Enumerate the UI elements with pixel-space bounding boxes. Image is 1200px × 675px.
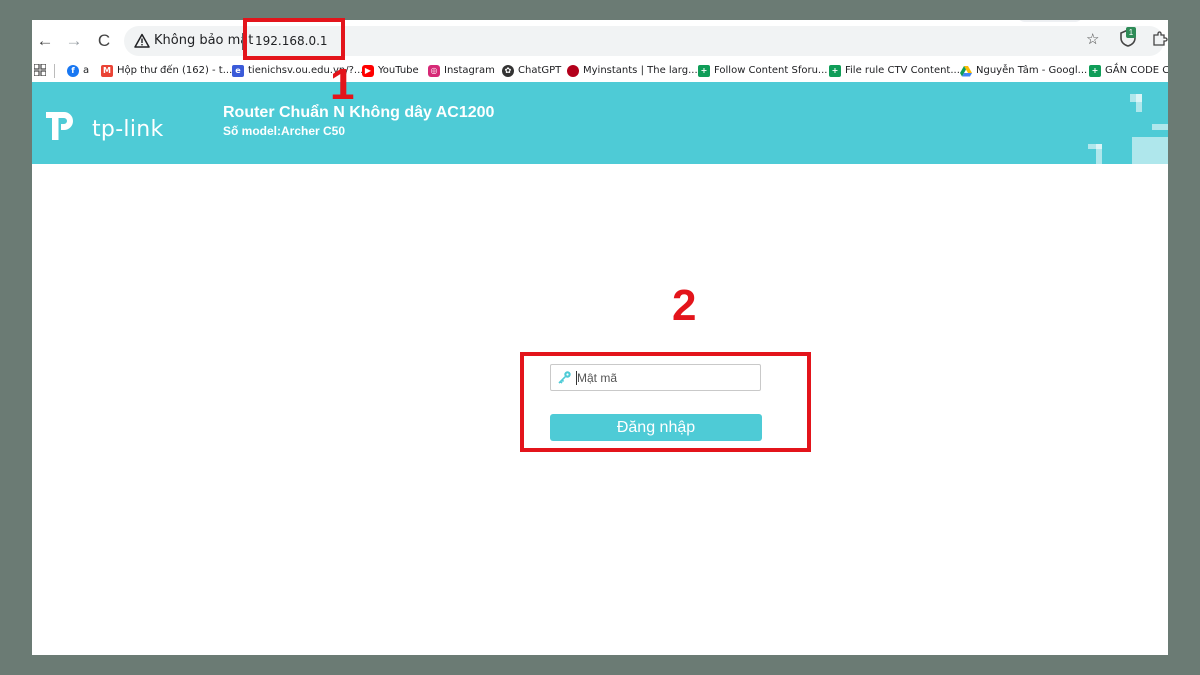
browser-toolbar: ← → C Không bảo mật 192.168.0.1 ☆ 1	[32, 20, 1168, 60]
warning-icon[interactable]	[134, 33, 150, 49]
bookmark-chatgpt[interactable]: ✿ ChatGPT	[502, 63, 561, 79]
gmail-icon: M	[101, 65, 113, 77]
bookmark-label: File rule CTV Content...	[845, 65, 960, 76]
arrow-left-icon: ←	[36, 31, 54, 50]
bookmark-label: GẮN CODE CA	[1105, 65, 1168, 76]
bookmark-label: Hộp thư đến (162) - t...	[117, 65, 233, 76]
bookmarks-bar: f a M Hộp thư đến (162) - t... e tienich…	[32, 60, 1168, 82]
header-decoration	[1136, 94, 1142, 112]
reload-icon: C	[97, 31, 111, 50]
header-decoration	[1152, 124, 1168, 130]
arrow-right-icon: →	[65, 31, 83, 50]
star-icon[interactable]: ☆	[1086, 30, 1099, 48]
chatgpt-icon: ✿	[502, 65, 514, 77]
myinstants-icon	[567, 65, 579, 77]
bookmark-label: ChatGPT	[518, 65, 562, 76]
step-number-2: 2	[672, 281, 697, 330]
bookmark-instagram[interactable]: ◎ Instagram	[428, 63, 495, 79]
bookmark-facebook[interactable]: f a	[67, 63, 89, 79]
facebook-icon: f	[67, 65, 79, 77]
router-model: Số model:Archer C50	[223, 124, 346, 138]
header-decoration	[1132, 137, 1168, 164]
security-status[interactable]: Không bảo mật	[154, 33, 253, 48]
back-button[interactable]: ←	[34, 30, 56, 52]
router-header: tp-link Router Chuẩn N Không dây AC1200 …	[32, 82, 1168, 164]
step-number-1: 1	[330, 60, 355, 109]
bookmark-label: Instagram	[444, 65, 495, 76]
tab-stub[interactable]	[1017, 20, 1083, 22]
sheets-icon: +	[698, 65, 710, 77]
edu-icon: e	[232, 65, 244, 77]
bookmarks-separator	[54, 64, 55, 78]
bookmark-label: YouTube	[378, 65, 419, 76]
bookmark-youtube[interactable]: ▶ YouTube	[362, 63, 419, 79]
youtube-icon: ▶	[362, 65, 374, 77]
puzzle-icon[interactable]	[1151, 30, 1168, 47]
apps-grid-icon[interactable]	[34, 64, 46, 76]
sheets-icon: +	[1089, 65, 1101, 77]
browser-window: ← → C Không bảo mật 192.168.0.1 ☆ 1 f a …	[32, 20, 1168, 655]
header-decoration	[1096, 144, 1102, 164]
bookmark-nguyen-tam[interactable]: Nguyễn Tâm - Googl...	[960, 63, 1087, 79]
bookmark-label: a	[83, 65, 90, 76]
highlight-box-url	[243, 18, 345, 60]
drive-icon	[960, 65, 972, 76]
tp-link-logo-icon	[46, 112, 73, 140]
bookmark-gmail[interactable]: M Hộp thư đến (162) - t...	[101, 63, 232, 79]
bookmark-label: Follow Content Sforu...	[714, 65, 828, 76]
highlight-box-login	[520, 352, 811, 452]
bookmark-follow-content[interactable]: + Follow Content Sforu...	[698, 63, 827, 79]
extension-badge: 1	[1126, 27, 1136, 38]
instagram-icon: ◎	[428, 65, 440, 77]
forward-button[interactable]: →	[63, 30, 85, 52]
bookmark-label: Nguyễn Tâm - Googl...	[976, 65, 1088, 76]
bookmark-label: Myinstants | The larg...	[583, 65, 698, 76]
bookmark-myinstants[interactable]: Myinstants | The larg...	[567, 63, 698, 79]
bookmark-file-rule[interactable]: + File rule CTV Content...	[829, 63, 960, 79]
reload-button[interactable]: C	[93, 30, 115, 52]
router-title: Router Chuẩn N Không dây AC1200	[223, 104, 495, 121]
bookmark-gan-code[interactable]: + GẮN CODE CA	[1089, 63, 1168, 79]
sheets-icon: +	[829, 65, 841, 77]
tp-link-wordmark: tp-link	[92, 117, 164, 142]
